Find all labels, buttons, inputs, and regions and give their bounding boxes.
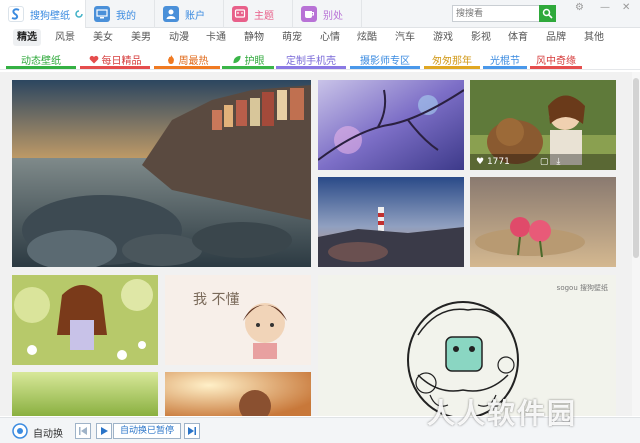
favorite-count: 1771 (486, 157, 510, 167)
tile-brand: sogou 搜狗壁纸 (556, 284, 608, 292)
category-cars[interactable]: 汽车 (395, 29, 415, 46)
tab-sogou-wallpaper[interactable]: 搜狗壁纸 (0, 0, 86, 28)
sogou-logo-icon (8, 6, 24, 22)
category-film[interactable]: 影视 (471, 29, 491, 46)
auto-switch-status[interactable]: 自动换已暂停 (113, 423, 181, 439)
special-label: 定制手机壳 (286, 55, 336, 67)
category-still-life[interactable]: 静物 (244, 29, 264, 46)
wallpaper-lighthouse[interactable] (318, 177, 464, 267)
wallpaper-pink-roses[interactable] (470, 177, 616, 267)
special-label: 光棍节 (490, 55, 520, 67)
heart-icon[interactable]: ♥ (476, 157, 484, 167)
category-games[interactable]: 游戏 (433, 29, 453, 46)
special-live-wallpaper[interactable]: 动态壁纸 (6, 50, 76, 69)
category-beauty[interactable]: 美女 (93, 29, 113, 46)
category-cool[interactable]: 炫酷 (357, 29, 377, 46)
tab-label: 别处 (323, 10, 343, 22)
special-photographer-zone[interactable]: 摄影师专区 (350, 50, 420, 69)
wallpaper-girl-with-dog[interactable]: ♥ 1771 ▢ ⤓ (470, 80, 616, 170)
next-icon (188, 427, 196, 435)
flame-icon (167, 54, 174, 64)
special-label: 每日精品 (101, 55, 142, 67)
special-weekly-hot[interactable]: 周最热 (154, 50, 220, 69)
wallpaper-coastal-village[interactable] (12, 80, 311, 267)
category-cartoon[interactable]: 卡通 (206, 29, 226, 46)
tab-my[interactable]: 我的 (86, 0, 155, 28)
special-daily-picks[interactable]: 每日精品 (80, 50, 150, 69)
special-label: 匆匆那年 (432, 55, 472, 67)
auto-switch-label: 自动换 (33, 429, 63, 440)
tab-account[interactable]: 账户 (155, 0, 224, 28)
category-mood[interactable]: 心情 (320, 29, 340, 46)
play-icon (101, 427, 108, 435)
tab-label: 我的 (116, 10, 136, 22)
special-collections-bar: 动态壁纸 每日精品 周最热 护眼 定制手机壳 摄影师专区 匆匆那年 光棍节 风中… (0, 50, 640, 70)
tab-theme[interactable]: 主题 (224, 0, 293, 28)
special-label: 护眼 (244, 55, 265, 67)
refresh-icon (75, 10, 83, 18)
special-label: 周最热 (178, 55, 209, 67)
category-brands[interactable]: 品牌 (546, 29, 566, 46)
user-icon (163, 6, 179, 22)
tab-elsewhere[interactable]: 别处 (293, 0, 362, 28)
leaf-icon (232, 55, 241, 63)
tab-label: 账户 (185, 10, 205, 22)
close-icon[interactable]: ✕ (622, 2, 630, 13)
search-icon (542, 8, 553, 19)
top-bar: 搜狗壁纸 我的 账户 主题 别处 ⚙ — ✕ (0, 0, 640, 28)
category-bar: 精选 风景 美女 美男 动漫 卡通 静物 萌宠 心情 炫酷 汽车 游戏 影视 体… (0, 29, 640, 46)
category-handsome[interactable]: 美男 (131, 29, 151, 46)
wallpaper-gallery: ♥ 1771 ▢ ⤓ 我 不懂 sogou 搜狗壁纸 (0, 72, 632, 416)
search-button[interactable] (539, 5, 556, 22)
category-featured[interactable]: 精选 (13, 29, 41, 46)
category-sports[interactable]: 体育 (508, 29, 528, 46)
wallpaper-warm-light[interactable] (165, 372, 311, 416)
gallery-scrollbar[interactable] (632, 72, 640, 416)
scrollbar-thumb[interactable] (633, 78, 639, 258)
previous-icon (79, 427, 87, 435)
previous-button[interactable] (75, 423, 91, 439)
hover-info-bar: ♥ 1771 ▢ ⤓ (470, 154, 616, 170)
monitor-icon (94, 6, 110, 22)
special-eye-care[interactable]: 护眼 (222, 50, 274, 69)
special-custom-phone-case[interactable]: 定制手机壳 (276, 50, 346, 69)
tab-label: 搜狗壁纸 (30, 10, 70, 22)
auto-switch-icon[interactable] (12, 423, 28, 439)
wallpaper-doll-in-flowers[interactable] (12, 275, 158, 365)
search-box (452, 5, 556, 22)
category-other[interactable]: 其他 (584, 29, 604, 46)
tile-caption: 我 不懂 (193, 292, 240, 308)
set-wallpaper-icon[interactable]: ▢ (540, 157, 549, 167)
special-singles-day[interactable]: 光棍节 (483, 50, 527, 69)
next-button[interactable] (184, 423, 200, 439)
category-landscape[interactable]: 风景 (55, 29, 75, 46)
category-pets[interactable]: 萌宠 (282, 29, 302, 46)
minimize-icon[interactable]: — (600, 2, 610, 13)
wallpaper-green-field[interactable] (12, 372, 158, 416)
gear-icon[interactable]: ⚙ (575, 2, 584, 13)
category-anime[interactable]: 动漫 (169, 29, 189, 46)
download-icon[interactable]: ⤓ (556, 157, 560, 167)
wallpaper-cartoon-girl[interactable]: 我 不懂 (165, 275, 311, 365)
search-input[interactable] (452, 5, 539, 22)
watermark: 人人软件园 (427, 397, 578, 430)
special-those-years[interactable]: 匆匆那年 (424, 50, 480, 69)
special-pocahontas[interactable]: 风中奇缘 (530, 50, 582, 69)
heart-icon (89, 55, 98, 63)
cup-icon (301, 6, 317, 22)
theme-icon (232, 6, 248, 22)
tab-label: 主题 (254, 10, 274, 22)
special-label: 动态壁纸 (21, 55, 61, 67)
special-label: 风中奇缘 (536, 55, 576, 67)
wallpaper-purple-branches[interactable] (318, 80, 464, 170)
play-button[interactable] (96, 423, 112, 439)
special-label: 摄影师专区 (360, 55, 410, 67)
